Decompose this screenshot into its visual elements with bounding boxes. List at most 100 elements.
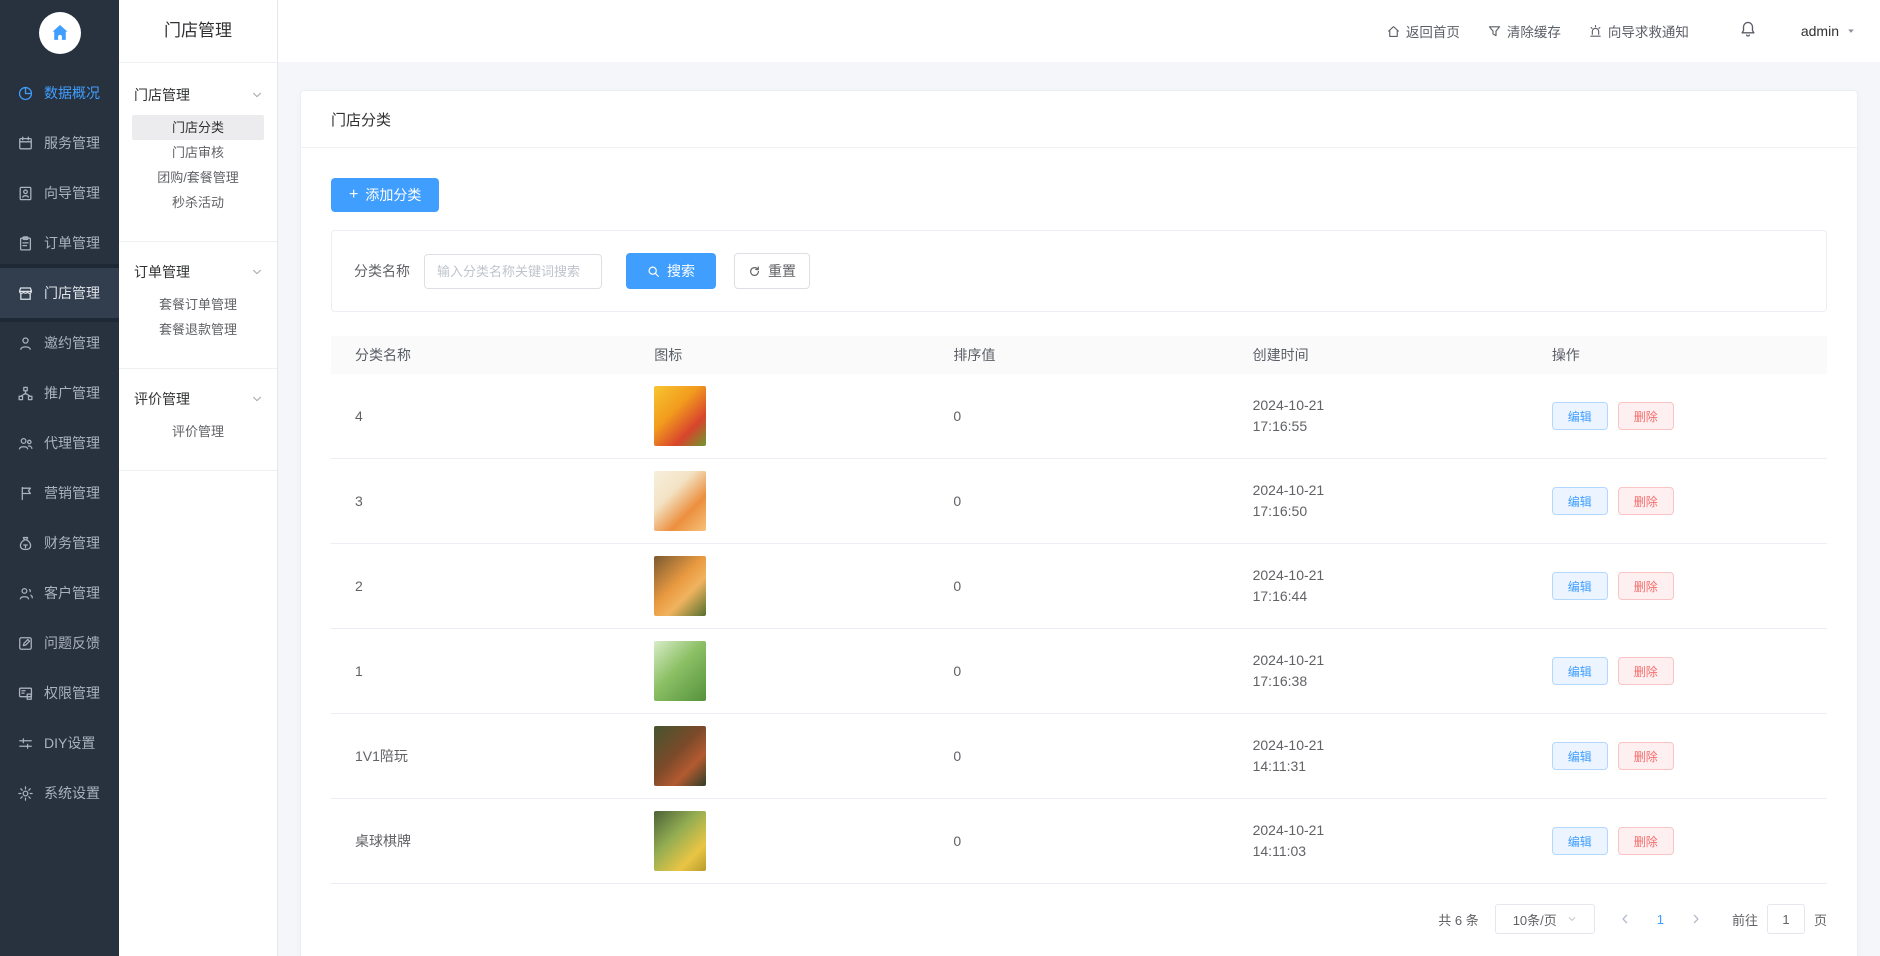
- submenu-item-0-0[interactable]: 门店分类: [132, 115, 264, 140]
- total-count: 共 6 条: [1438, 910, 1478, 929]
- add-category-button[interactable]: + 添加分类: [331, 178, 439, 212]
- cell-actions: 编辑删除: [1528, 487, 1827, 515]
- gear-icon: [17, 785, 34, 802]
- plus-icon: +: [349, 187, 358, 203]
- sidebar-item-6[interactable]: 推广管理: [0, 368, 119, 418]
- sidebar-item-0[interactable]: 数据概况: [0, 68, 119, 118]
- category-image-sunflower: [654, 811, 706, 871]
- cell-sort-value: 0: [929, 578, 1228, 594]
- submenu-group-2[interactable]: 评价管理: [119, 381, 277, 419]
- section-title: 门店管理: [119, 0, 277, 62]
- person-icon: [17, 335, 34, 352]
- sidebar-item-14[interactable]: 系统设置: [0, 768, 119, 818]
- goto-page-input[interactable]: [1767, 904, 1805, 934]
- category-image-aloe: [654, 641, 706, 701]
- funnel-icon: [1487, 24, 1502, 39]
- sidebar-item-10[interactable]: 客户管理: [0, 568, 119, 618]
- column-header-2: 排序值: [929, 345, 1228, 365]
- submenu-item-1-0[interactable]: 套餐订单管理: [132, 292, 264, 317]
- username: admin: [1801, 23, 1839, 39]
- edit-button[interactable]: 编辑: [1552, 742, 1608, 770]
- table-row: 桌球棋牌02024-10-2114:11:03编辑删除: [331, 799, 1827, 884]
- category-search-input[interactable]: [424, 254, 602, 289]
- user-menu[interactable]: admin: [1801, 23, 1856, 39]
- submenu-item-0-2[interactable]: 团购/套餐管理: [132, 165, 264, 190]
- sidebar-item-5[interactable]: 邀约管理: [0, 318, 119, 368]
- sidebar-item-1[interactable]: 服务管理: [0, 118, 119, 168]
- table-row: 302024-10-2117:16:50编辑删除: [331, 459, 1827, 544]
- edit-button[interactable]: 编辑: [1552, 487, 1608, 515]
- reset-button[interactable]: 重置: [734, 253, 810, 289]
- card-title: 门店分类: [331, 109, 391, 130]
- cell-actions: 编辑删除: [1528, 742, 1827, 770]
- submenu-item-0-3[interactable]: 秒杀活动: [132, 190, 264, 215]
- submenu-item-0-1[interactable]: 门店审核: [132, 140, 264, 165]
- table-header-row: 分类名称图标排序值创建时间操作: [331, 336, 1827, 374]
- cell-category-name: 1: [331, 663, 630, 679]
- sidebar-item-2[interactable]: 向导管理: [0, 168, 119, 218]
- sidebar-item-8[interactable]: 营销管理: [0, 468, 119, 518]
- clipboard-icon: [17, 235, 34, 252]
- storefront-icon: [17, 285, 34, 302]
- sidebar-item-7[interactable]: 代理管理: [0, 418, 119, 468]
- sidebar-item-12[interactable]: 权限管理: [0, 668, 119, 718]
- edit-button[interactable]: 编辑: [1552, 827, 1608, 855]
- category-image-fruit-platter: [654, 386, 706, 446]
- page-number-current[interactable]: 1: [1657, 912, 1664, 927]
- guide-icon: [17, 185, 34, 202]
- sidebar-item-11[interactable]: 问题反馈: [0, 618, 119, 668]
- sidebar-item-13[interactable]: DIY设置: [0, 718, 119, 768]
- topbar-link-2[interactable]: 向导求救通知: [1588, 21, 1689, 41]
- page-size-select[interactable]: 10条/页: [1495, 904, 1595, 934]
- next-page-button[interactable]: [1690, 913, 1702, 925]
- cell-actions: 编辑删除: [1528, 827, 1827, 855]
- submenu-group-0[interactable]: 门店管理: [119, 77, 277, 115]
- cell-created-time: 2024-10-2117:16:38: [1229, 650, 1528, 692]
- table-row: 1V1陪玩02024-10-2114:11:31编辑删除: [331, 714, 1827, 799]
- pie-chart-icon: [17, 85, 34, 102]
- topbar-link-1[interactable]: 清除缓存: [1487, 21, 1561, 41]
- delete-button[interactable]: 删除: [1618, 487, 1674, 515]
- category-image-game-character: [654, 726, 706, 786]
- secondary-sidebar: 门店管理 门店管理门店分类门店审核团购/套餐管理秒杀活动订单管理套餐订单管理套餐…: [119, 0, 278, 956]
- cell-created-time: 2024-10-2117:16:50: [1229, 480, 1528, 522]
- edit-button[interactable]: 编辑: [1552, 657, 1608, 685]
- category-image-orange-poster: [654, 471, 706, 531]
- home-button[interactable]: [39, 12, 81, 54]
- agent-icon: [17, 435, 34, 452]
- delete-button[interactable]: 删除: [1618, 402, 1674, 430]
- delete-button[interactable]: 删除: [1618, 827, 1674, 855]
- chevron-down-icon: [251, 393, 263, 405]
- cell-category-name: 桌球棋牌: [331, 831, 630, 851]
- delete-button[interactable]: 删除: [1618, 742, 1674, 770]
- delete-button[interactable]: 删除: [1618, 572, 1674, 600]
- admin-page: 数据概况服务管理向导管理订单管理门店管理邀约管理推广管理代理管理营销管理财务管理…: [0, 0, 1880, 956]
- search-button[interactable]: 搜索: [626, 253, 716, 289]
- table-row: 102024-10-2117:16:38编辑删除: [331, 629, 1827, 714]
- chevron-right-icon: [1690, 913, 1702, 925]
- submenu-item-2-0[interactable]: 评价管理: [132, 419, 264, 444]
- goto-label: 前往: [1732, 910, 1758, 929]
- edit-button[interactable]: 编辑: [1552, 572, 1608, 600]
- calendar-icon: [17, 135, 34, 152]
- topbar-link-0[interactable]: 返回首页: [1386, 21, 1460, 41]
- sidebar-item-4[interactable]: 门店管理: [0, 268, 119, 318]
- sidebar-item-3[interactable]: 订单管理: [0, 218, 119, 268]
- submenu-item-1-1[interactable]: 套餐退款管理: [132, 317, 264, 342]
- notification-bell-button[interactable]: [1739, 20, 1757, 43]
- cell-actions: 编辑删除: [1528, 657, 1827, 685]
- delete-button[interactable]: 删除: [1618, 657, 1674, 685]
- column-header-4: 操作: [1528, 345, 1827, 365]
- search-field-label: 分类名称: [354, 261, 410, 281]
- cell-category-name: 4: [331, 408, 630, 424]
- sidebar-item-9[interactable]: 财务管理: [0, 518, 119, 568]
- table-row: 202024-10-2117:16:44编辑删除: [331, 544, 1827, 629]
- cell-icon: [630, 471, 929, 531]
- marketing-icon: [17, 485, 34, 502]
- prev-page-button[interactable]: [1619, 913, 1631, 925]
- cell-sort-value: 0: [929, 833, 1228, 849]
- submenu-group-1[interactable]: 订单管理: [119, 254, 277, 292]
- edit-button[interactable]: 编辑: [1552, 402, 1608, 430]
- chevron-left-icon: [1619, 913, 1631, 925]
- store-category-card: 门店分类 + 添加分类 分类名称 搜索 重置: [300, 90, 1858, 956]
